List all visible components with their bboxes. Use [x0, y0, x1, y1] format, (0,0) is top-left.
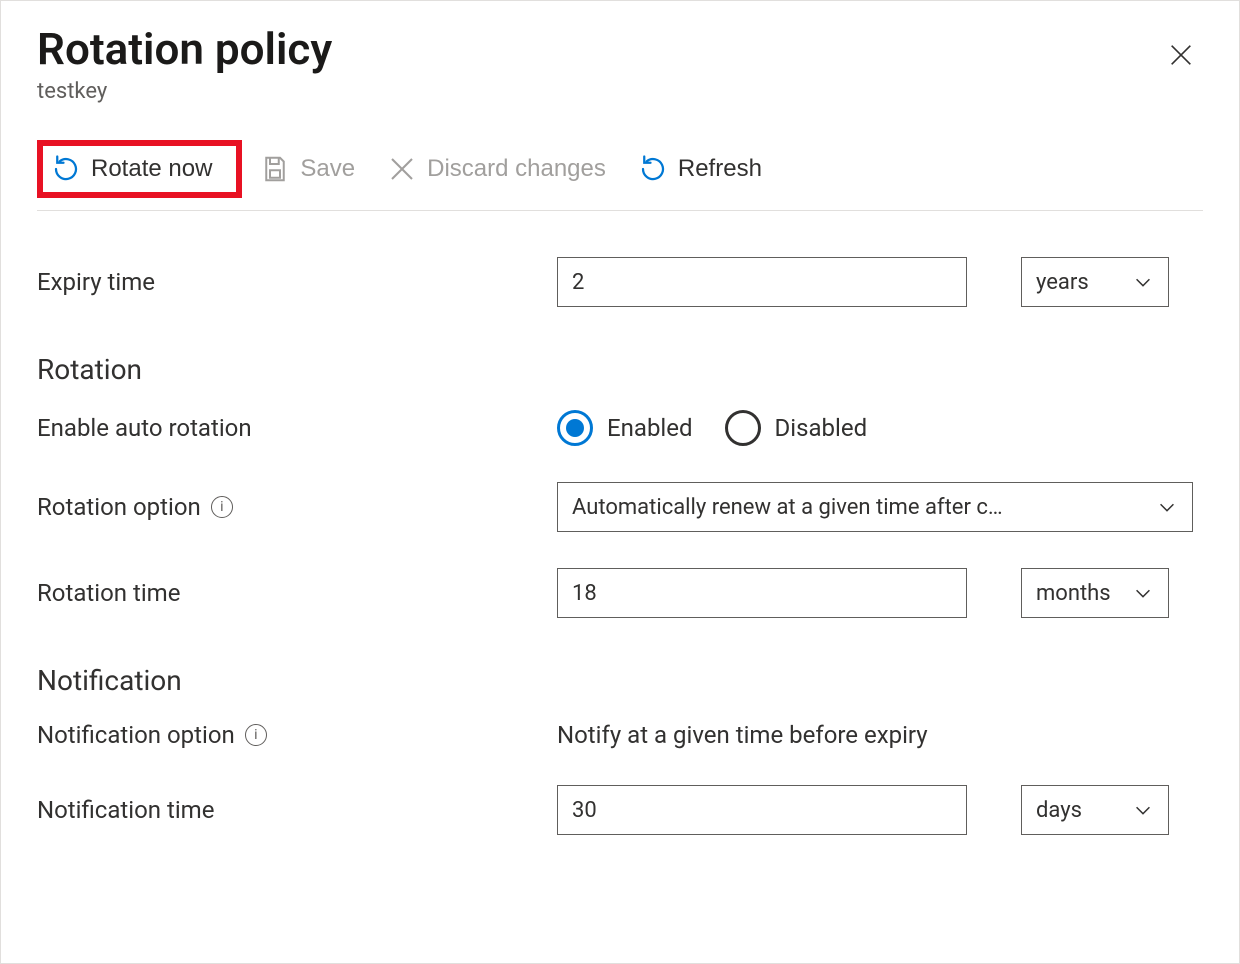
notification-time-input[interactable]: [557, 785, 967, 835]
enable-auto-rotation-label: Enable auto rotation: [37, 414, 557, 442]
refresh-label: Refresh: [678, 157, 762, 181]
refresh-button[interactable]: Refresh: [632, 148, 776, 190]
rotate-now-button[interactable]: Rotate now: [45, 148, 226, 190]
chevron-down-icon: [1132, 799, 1154, 821]
radio-dot: [566, 419, 584, 437]
toolbar: Rotate now Save Discard changes Refresh: [37, 140, 1203, 211]
notification-option-label: Notification option: [37, 721, 235, 749]
refresh-icon: [638, 154, 668, 184]
notification-heading: Notification: [37, 664, 1203, 697]
discard-button: Discard changes: [381, 148, 620, 190]
auto-rotation-radio-group: Enabled Disabled: [557, 410, 867, 446]
chevron-down-icon: [1132, 271, 1154, 293]
radio-enabled[interactable]: Enabled: [557, 410, 693, 446]
save-label: Save: [300, 157, 355, 181]
notification-time-unit-value: days: [1036, 798, 1082, 823]
info-icon[interactable]: i: [211, 496, 233, 518]
rotation-time-input[interactable]: [557, 568, 967, 618]
save-icon: [260, 154, 290, 184]
notification-time-label: Notification time: [37, 796, 557, 824]
rotation-policy-panel: Rotation policy testkey Rotate now Save: [0, 0, 1240, 964]
disabled-text: Disabled: [775, 414, 868, 442]
rotation-option-select[interactable]: Automatically renew at a given time afte…: [557, 482, 1193, 532]
rotation-option-label: Rotation option: [37, 493, 201, 521]
row-expiry-time: Expiry time years: [37, 239, 1203, 325]
chevron-down-icon: [1156, 496, 1178, 518]
form-body: Expiry time years Rotation Enable auto r…: [37, 239, 1203, 853]
rotation-heading: Rotation: [37, 353, 1203, 386]
page-subtitle: testkey: [37, 79, 332, 104]
info-icon[interactable]: i: [245, 724, 267, 746]
page-title: Rotation policy: [37, 25, 332, 73]
discard-label: Discard changes: [427, 157, 606, 181]
notification-time-unit-select[interactable]: days: [1021, 785, 1169, 835]
expiry-time-unit-select[interactable]: years: [1021, 257, 1169, 307]
radio-disabled[interactable]: Disabled: [725, 410, 868, 446]
rotate-now-label: Rotate now: [91, 157, 212, 181]
discard-icon: [387, 154, 417, 184]
panel-header: Rotation policy testkey: [37, 25, 1203, 104]
chevron-down-icon: [1132, 582, 1154, 604]
radio-circle-disabled: [725, 410, 761, 446]
row-rotation-option: Rotation option i Automatically renew at…: [37, 464, 1203, 550]
rotation-time-unit-value: months: [1036, 581, 1111, 606]
rotate-icon: [51, 154, 81, 184]
row-rotation-time: Rotation time months: [37, 550, 1203, 636]
rotation-time-label: Rotation time: [37, 579, 557, 607]
expiry-time-unit-value: years: [1036, 270, 1089, 295]
notification-option-value: Notify at a given time before expiry: [557, 721, 928, 749]
radio-circle-enabled: [557, 410, 593, 446]
row-notification-option: Notification option i Notify at a given …: [37, 703, 1203, 767]
row-notification-time: Notification time days: [37, 767, 1203, 853]
rotate-now-highlight: Rotate now: [37, 140, 242, 198]
close-button[interactable]: [1159, 33, 1203, 77]
save-button: Save: [254, 148, 369, 190]
expiry-time-input[interactable]: [557, 257, 967, 307]
rotation-time-unit-select[interactable]: months: [1021, 568, 1169, 618]
enabled-text: Enabled: [607, 414, 693, 442]
close-icon: [1167, 41, 1195, 69]
rotation-option-value: Automatically renew at a given time afte…: [572, 495, 1156, 520]
expiry-time-label: Expiry time: [37, 268, 557, 296]
row-enable-auto-rotation: Enable auto rotation Enabled Disabled: [37, 392, 1203, 464]
